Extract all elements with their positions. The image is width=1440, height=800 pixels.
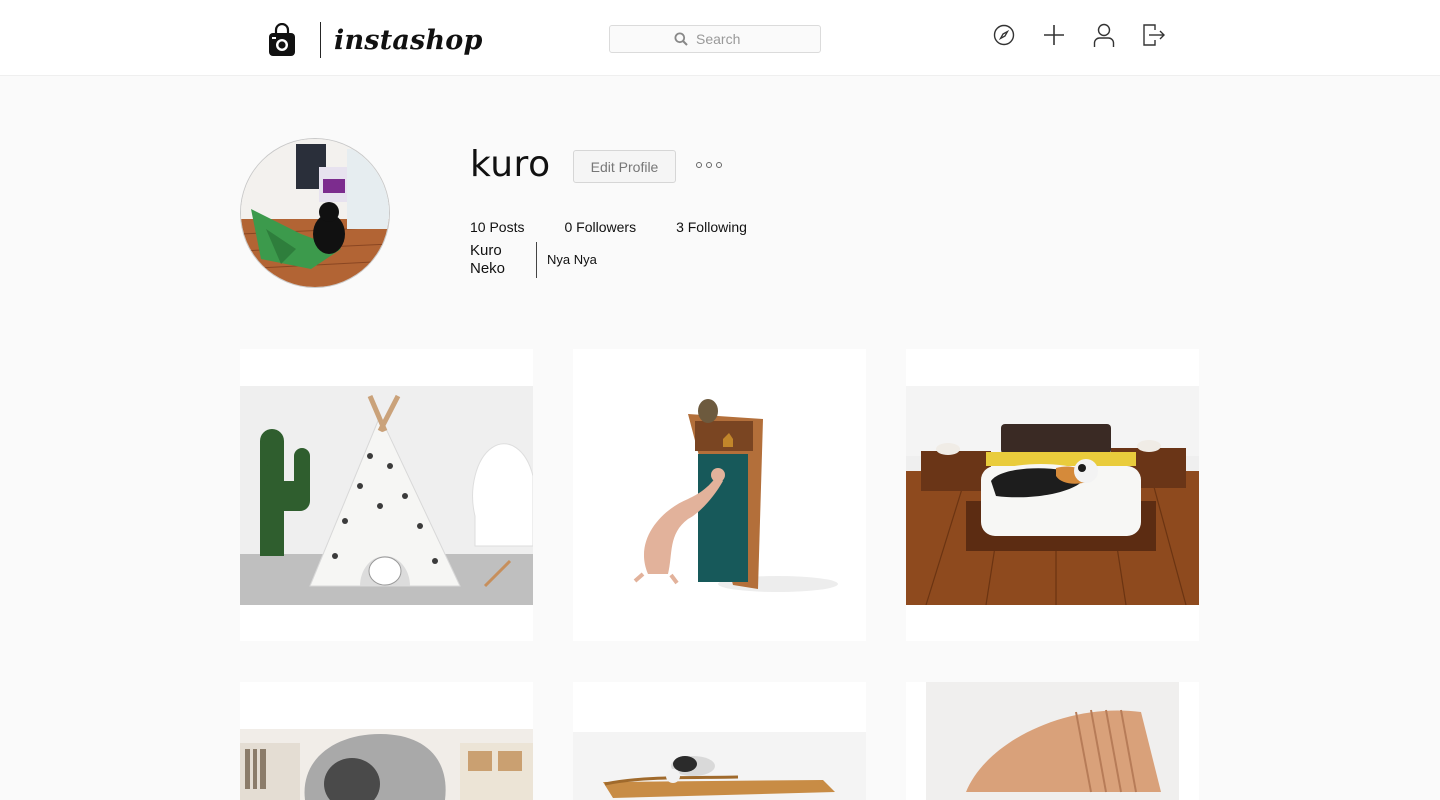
compass-icon[interactable]	[990, 20, 1018, 50]
post-tile[interactable]	[573, 349, 866, 641]
logout-icon[interactable]	[1140, 20, 1168, 50]
search-icon	[674, 32, 688, 46]
shopping-bag-icon	[268, 22, 296, 57]
search-input[interactable]	[696, 31, 756, 47]
post-image	[240, 386, 533, 605]
dot	[706, 162, 712, 168]
posts-count[interactable]: 10 Posts	[470, 219, 524, 235]
logo-divider	[320, 22, 321, 58]
search-box[interactable]	[609, 25, 821, 53]
post-tile[interactable]	[240, 682, 533, 800]
username: kuro	[470, 144, 551, 185]
bio: Nya Nya	[547, 252, 597, 267]
edit-profile-button[interactable]: Edit Profile	[573, 150, 676, 183]
post-image	[926, 682, 1179, 800]
post-tile[interactable]	[906, 682, 1199, 800]
dot	[716, 162, 722, 168]
followers-count[interactable]: 0 Followers	[564, 219, 636, 235]
full-name: Kuro Neko	[470, 242, 506, 277]
plus-icon[interactable]	[1040, 20, 1068, 50]
post-image	[573, 349, 866, 641]
post-image	[906, 386, 1199, 605]
post-image	[573, 732, 866, 800]
bio-divider	[536, 242, 537, 278]
post-tile[interactable]	[240, 349, 533, 641]
profile-stats: 10 Posts 0 Followers 3 Following	[470, 219, 787, 235]
user-icon[interactable]	[1090, 20, 1118, 50]
post-image	[240, 729, 533, 800]
avatar[interactable]	[240, 138, 390, 288]
post-tile[interactable]	[573, 682, 866, 800]
dot	[696, 162, 702, 168]
post-tile[interactable]	[906, 349, 1199, 641]
top-navigation-bar: instashop	[0, 0, 1440, 76]
logo[interactable]: instashop	[268, 20, 483, 60]
more-options-icon[interactable]	[696, 158, 722, 172]
brand-name: instashop	[334, 24, 483, 56]
nav-icons	[990, 20, 1190, 50]
following-count[interactable]: 3 Following	[676, 219, 747, 235]
